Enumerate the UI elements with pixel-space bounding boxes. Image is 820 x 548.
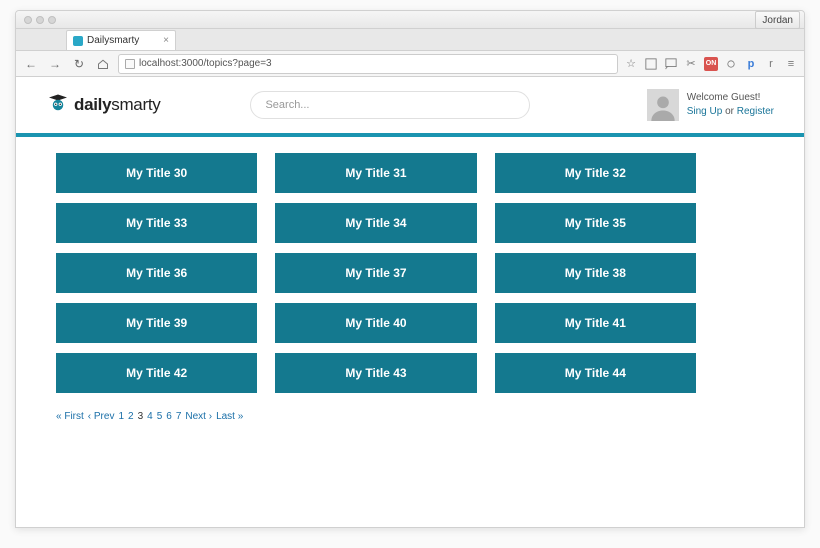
extension-on-icon[interactable]: ON xyxy=(704,57,718,71)
app-box-icon[interactable] xyxy=(644,57,658,71)
signup-link[interactable]: Sing Up xyxy=(687,106,723,117)
menu-icon[interactable]: ≡ xyxy=(784,57,798,71)
topic-card[interactable]: My Title 34 xyxy=(275,203,476,243)
welcome-text: Welcome Guest! Sing Up or Register xyxy=(687,91,774,119)
pagination-first[interactable]: « First xyxy=(56,411,84,422)
topic-card[interactable]: My Title 40 xyxy=(275,303,476,343)
extension-dot-icon[interactable] xyxy=(724,57,738,71)
favicon-icon xyxy=(73,36,83,46)
title-bar xyxy=(16,11,804,29)
pagination-page[interactable]: 6 xyxy=(166,411,172,422)
logo-text: dailysmarty xyxy=(74,95,160,115)
pagination-current: 3 xyxy=(138,411,144,422)
topic-card[interactable]: My Title 36 xyxy=(56,253,257,293)
content: My Title 30 My Title 31 My Title 32 My T… xyxy=(16,137,804,438)
topic-card[interactable]: My Title 43 xyxy=(275,353,476,393)
page-info-icon xyxy=(125,59,135,69)
pagination-page[interactable]: 4 xyxy=(147,411,153,422)
pagination-page[interactable]: 1 xyxy=(118,411,124,422)
browser-toolbar: ← → ↻ localhost:3000/topics?page=3 ☆ ✂ O… xyxy=(16,51,804,77)
user-area: Welcome Guest! Sing Up or Register xyxy=(647,89,774,121)
address-bar[interactable]: localhost:3000/topics?page=3 xyxy=(118,54,618,74)
tab-bar: Dailysmarty × xyxy=(16,29,804,51)
site-header: dailysmarty Search... Welcome Guest! Sin… xyxy=(16,77,804,133)
topic-card[interactable]: My Title 30 xyxy=(56,153,257,193)
forward-button[interactable]: → xyxy=(46,55,64,73)
topic-card[interactable]: My Title 37 xyxy=(275,253,476,293)
topic-card[interactable]: My Title 39 xyxy=(56,303,257,343)
topics-grid: My Title 30 My Title 31 My Title 32 My T… xyxy=(56,153,696,393)
window-minimize-icon[interactable] xyxy=(36,16,44,24)
owl-icon xyxy=(46,93,70,117)
star-icon[interactable]: ☆ xyxy=(624,57,638,71)
home-button[interactable] xyxy=(94,55,112,73)
extension-r-icon[interactable]: r xyxy=(764,57,778,71)
extension-scissors-icon[interactable]: ✂ xyxy=(684,57,698,71)
pagination: « First ‹ Prev 1 2 3 4 5 6 7 Next › Last… xyxy=(56,411,764,422)
extension-p-icon[interactable]: p xyxy=(744,57,758,71)
url-text: localhost:3000/topics?page=3 xyxy=(139,58,272,69)
back-button[interactable]: ← xyxy=(22,55,40,73)
window-maximize-icon[interactable] xyxy=(48,16,56,24)
pagination-last[interactable]: Last » xyxy=(216,411,243,422)
topic-card[interactable]: My Title 32 xyxy=(495,153,696,193)
register-link[interactable]: Register xyxy=(737,106,774,117)
pagination-next[interactable]: Next › xyxy=(185,411,212,422)
browser-window: Jordan Dailysmarty × ← → ↻ localhost:300… xyxy=(15,10,805,528)
browser-user-button[interactable]: Jordan xyxy=(755,11,800,29)
topic-card[interactable]: My Title 33 xyxy=(56,203,257,243)
or-text: or xyxy=(725,106,734,117)
avatar[interactable] xyxy=(647,89,679,121)
tab-title: Dailysmarty xyxy=(87,35,139,46)
cast-icon[interactable] xyxy=(664,57,678,71)
topic-card[interactable]: My Title 35 xyxy=(495,203,696,243)
topic-card[interactable]: My Title 42 xyxy=(56,353,257,393)
welcome-greeting: Welcome Guest! xyxy=(687,91,774,105)
topic-card[interactable]: My Title 44 xyxy=(495,353,696,393)
topic-card[interactable]: My Title 41 xyxy=(495,303,696,343)
pagination-page[interactable]: 7 xyxy=(176,411,182,422)
pagination-page[interactable]: 2 xyxy=(128,411,134,422)
tab-close-icon[interactable]: × xyxy=(163,35,169,46)
logo[interactable]: dailysmarty xyxy=(46,93,160,117)
pagination-page[interactable]: 5 xyxy=(157,411,163,422)
search-input[interactable]: Search... xyxy=(250,91,530,119)
pagination-prev[interactable]: ‹ Prev xyxy=(88,411,115,422)
reload-button[interactable]: ↻ xyxy=(70,55,88,73)
topic-card[interactable]: My Title 31 xyxy=(275,153,476,193)
window-close-icon[interactable] xyxy=(24,16,32,24)
browser-tab[interactable]: Dailysmarty × xyxy=(66,30,176,50)
topic-card[interactable]: My Title 38 xyxy=(495,253,696,293)
search-placeholder: Search... xyxy=(265,99,309,111)
page-viewport: dailysmarty Search... Welcome Guest! Sin… xyxy=(16,77,804,527)
